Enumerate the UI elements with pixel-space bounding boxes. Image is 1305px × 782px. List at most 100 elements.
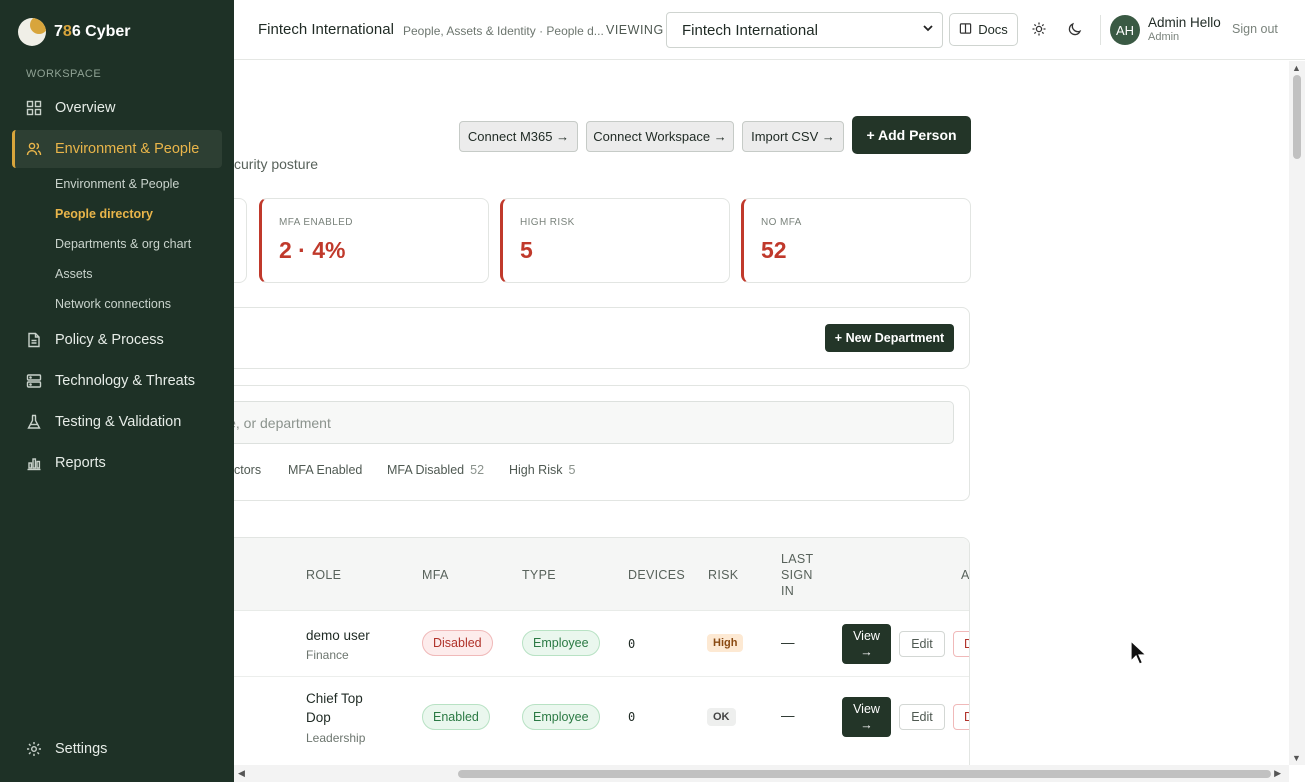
- mfa-status-badge: Enabled: [422, 704, 490, 730]
- server-icon: [26, 373, 42, 389]
- sub-item-assets[interactable]: Assets: [55, 267, 93, 281]
- people-table: ROLE MFA TYPE DEVICES RISK LASTSIGNIN AC…: [234, 537, 970, 765]
- sub-item-departments[interactable]: Departments & org chart: [55, 237, 191, 251]
- stat-value: 5: [520, 237, 533, 263]
- connect-workspace-button[interactable]: Connect Workspace →: [586, 121, 734, 152]
- docs-label: Docs: [978, 22, 1008, 37]
- sidebar-item-label: Settings: [55, 741, 108, 757]
- filter-mfa-enabled[interactable]: MFA Enabled: [288, 463, 362, 477]
- sidebar-item-label: Technology & Threats: [55, 373, 195, 389]
- brand-logo: [18, 18, 46, 46]
- column-header-type: TYPE: [522, 568, 556, 582]
- import-csv-button[interactable]: Import CSV →: [742, 121, 844, 152]
- mfa-status-badge: Disabled: [422, 630, 493, 656]
- sidebar-item-label: Reports: [55, 455, 106, 471]
- stat-card-no-mfa: NO MFA 52: [741, 198, 971, 283]
- sub-item-network-connections[interactable]: Network connections: [55, 297, 171, 311]
- stat-label: HIGH RISK: [520, 217, 575, 228]
- stat-label: NO MFA: [761, 217, 802, 228]
- sidebar-item-policy-process[interactable]: Policy & Process: [12, 321, 222, 359]
- stat-card-partial: [234, 198, 247, 283]
- column-header-role: ROLE: [306, 568, 342, 582]
- column-header-devices: DEVICES: [628, 568, 685, 582]
- sub-item-people-directory[interactable]: People directory: [55, 207, 153, 221]
- sidebar-item-environment-people[interactable]: Environment & People: [12, 130, 222, 168]
- new-department-button[interactable]: + New Department: [825, 324, 954, 352]
- topbar: Fintech International People, Assets & I…: [234, 0, 1305, 60]
- delete-button[interactable]: D: [953, 631, 969, 657]
- stat-value: 52: [761, 237, 787, 263]
- grid-icon: [26, 100, 42, 116]
- column-header-last-sign-in: LAST SIGN IN: [781, 552, 814, 598]
- connect-m365-button[interactable]: Connect M365 →: [459, 121, 578, 152]
- devices-count: 0: [628, 710, 636, 724]
- type-badge: Employee: [522, 704, 600, 730]
- breadcrumb: People, Assets & Identity · People d...: [403, 24, 604, 38]
- search-placeholder: le, or department: [234, 414, 331, 431]
- sun-icon[interactable]: [1028, 18, 1050, 40]
- flask-icon: [26, 414, 42, 430]
- person-department: Finance: [306, 648, 349, 662]
- edit-button[interactable]: Edit: [899, 631, 945, 657]
- person-role: demo user: [306, 628, 370, 643]
- user-role: Admin: [1148, 31, 1180, 43]
- devices-count: 0: [628, 637, 636, 651]
- brand-name: 786 Cyber: [54, 23, 131, 40]
- sidebar: 786 Cyber WORKSPACE Overview Environment…: [0, 0, 234, 782]
- docs-button[interactable]: Docs: [949, 13, 1018, 46]
- risk-badge: OK: [707, 708, 736, 726]
- vertical-scrollbar[interactable]: ▲ ▼: [1289, 61, 1305, 765]
- column-header-risk: RISK: [708, 568, 739, 582]
- person-department: Leadership: [306, 731, 366, 745]
- filter-high-risk[interactable]: High Risk 5: [509, 463, 575, 477]
- viewing-label: VIEWING: [606, 23, 664, 37]
- last-sign-in: —: [781, 635, 795, 650]
- chevron-down-icon: [922, 22, 934, 37]
- horizontal-scrollbar[interactable]: ◀ ▶: [234, 765, 1289, 782]
- workspace-label: WORKSPACE: [26, 68, 102, 80]
- stat-card-mfa-enabled: MFA ENABLED 2 · 4%: [259, 198, 489, 283]
- filter-contractors[interactable]: ctors: [234, 463, 261, 477]
- sidebar-item-settings[interactable]: Settings: [12, 730, 222, 768]
- table-header: [234, 538, 969, 611]
- sidebar-item-label: Testing & Validation: [55, 414, 182, 430]
- filter-mfa-disabled[interactable]: MFA Disabled 52: [387, 463, 484, 477]
- sidebar-item-label: Policy & Process: [55, 332, 164, 348]
- users-icon: [26, 141, 42, 157]
- moon-icon[interactable]: [1064, 18, 1086, 40]
- scroll-thumb[interactable]: [458, 770, 1271, 778]
- view-button[interactable]: View →: [842, 624, 891, 664]
- org-select-value: Fintech International: [682, 21, 818, 39]
- scroll-right-icon[interactable]: ▶: [1274, 768, 1281, 779]
- delete-button[interactable]: D: [953, 704, 969, 730]
- page-subtitle: curity posture: [234, 156, 319, 172]
- avatar[interactable]: AH: [1110, 15, 1140, 45]
- sidebar-item-reports[interactable]: Reports: [12, 444, 222, 482]
- stat-label: MFA ENABLED: [279, 217, 353, 228]
- sidebar-item-testing-validation[interactable]: Testing & Validation: [12, 403, 222, 441]
- sidebar-item-technology-threats[interactable]: Technology & Threats: [12, 362, 222, 400]
- add-person-button[interactable]: + Add Person: [852, 116, 971, 154]
- stat-card-high-risk: HIGH RISK 5: [500, 198, 730, 283]
- user-name: Admin Hello: [1148, 15, 1221, 30]
- scroll-up-icon[interactable]: ▲: [1292, 63, 1301, 73]
- sub-item-environment-people[interactable]: Environment & People: [55, 177, 179, 191]
- column-header-mfa: MFA: [422, 568, 449, 582]
- brand[interactable]: 786 Cyber: [18, 18, 131, 46]
- scroll-thumb[interactable]: [1293, 75, 1301, 159]
- last-sign-in: —: [781, 708, 795, 723]
- search-input[interactable]: le, or department: [234, 401, 954, 444]
- view-button[interactable]: View →: [842, 697, 891, 737]
- org-select[interactable]: Fintech International: [666, 12, 943, 48]
- scroll-down-icon[interactable]: ▼: [1292, 753, 1301, 763]
- document-icon: [26, 332, 42, 348]
- scroll-left-icon[interactable]: ◀: [238, 768, 245, 779]
- mouse-cursor-icon: [1130, 639, 1148, 671]
- org-title: Fintech International: [258, 21, 394, 38]
- book-icon: [959, 22, 972, 38]
- risk-badge: High: [707, 634, 744, 652]
- sidebar-item-overview[interactable]: Overview: [12, 89, 222, 127]
- sign-out-link[interactable]: Sign out: [1232, 22, 1278, 36]
- person-role: Chief Top Dop: [306, 691, 363, 725]
- edit-button[interactable]: Edit: [899, 704, 945, 730]
